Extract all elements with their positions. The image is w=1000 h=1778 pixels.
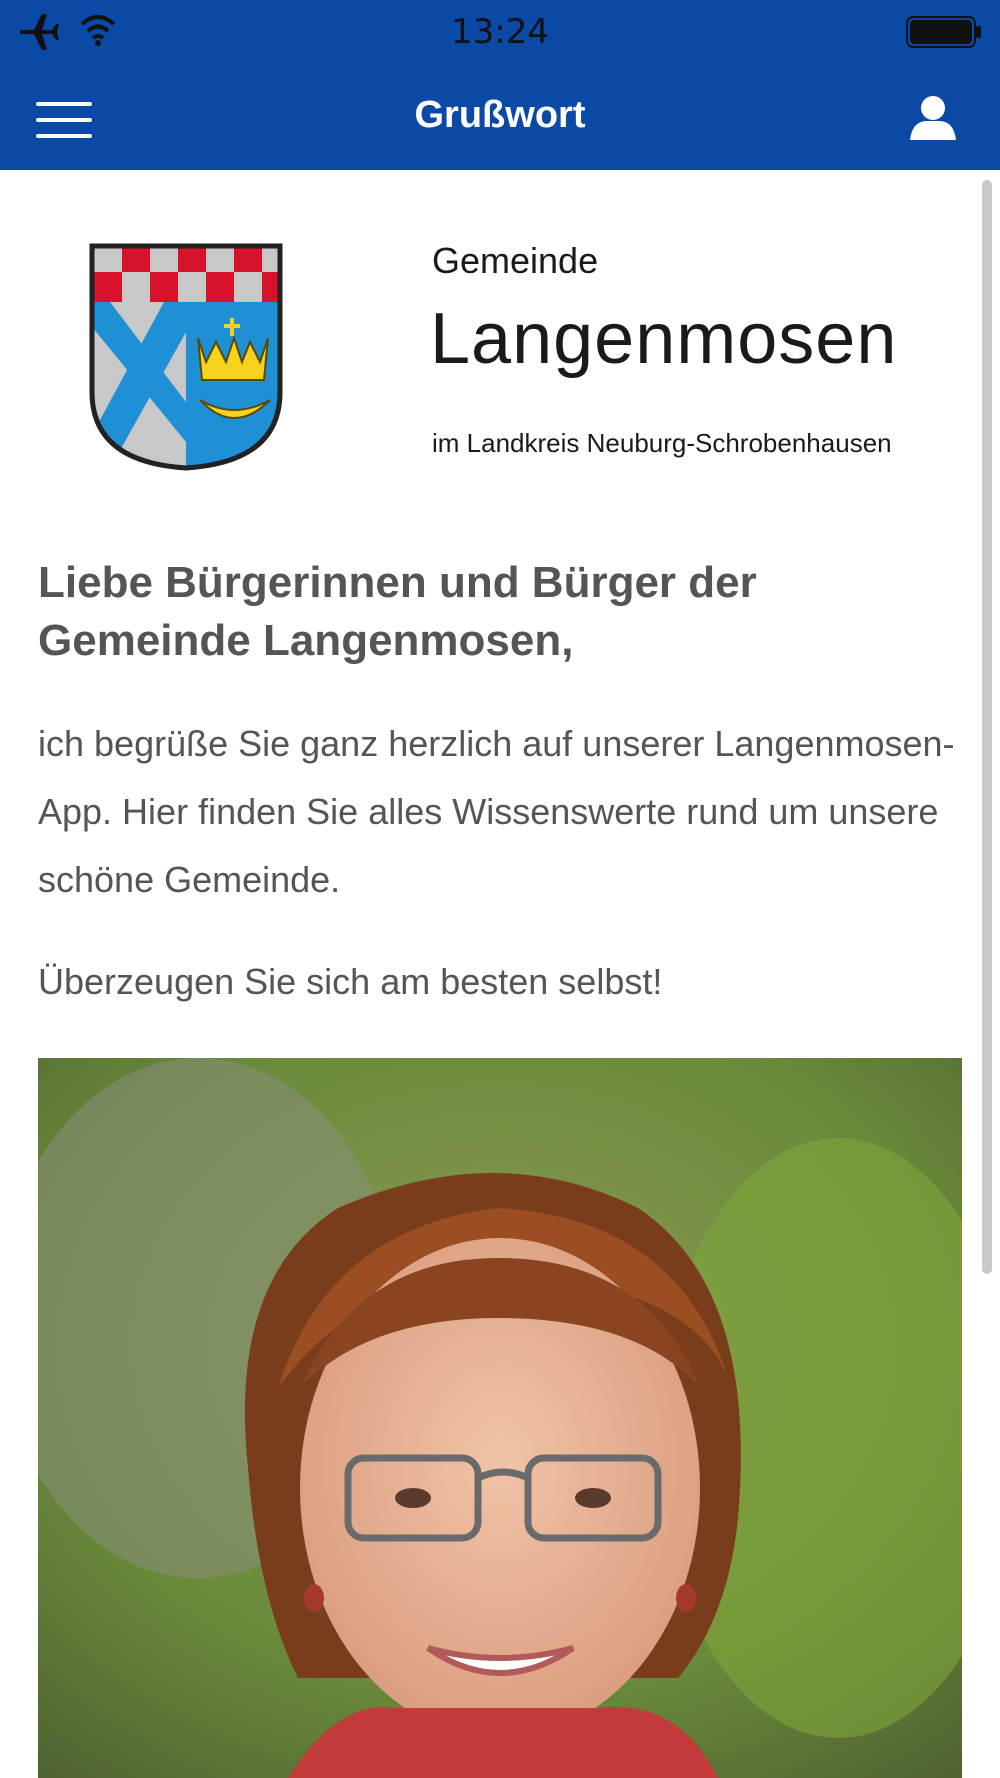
user-profile-icon[interactable] <box>908 94 958 142</box>
status-bar: 13:24 <box>0 0 1000 64</box>
main-content: Gemeinde Langenmosen im Landkreis Neubur… <box>0 170 1000 1778</box>
logo-line-district: im Landkreis Neuburg-Schrobenhausen <box>432 428 892 458</box>
logo-line-name: Langenmosen <box>430 299 898 379</box>
status-time: 13:24 <box>451 12 549 52</box>
greeting-headline: Liebe Bürgerinnen und Bürger der Gemeind… <box>38 558 757 665</box>
mayor-portrait-photo <box>38 1058 962 1778</box>
greeting-paragraph: ich begrüße Sie ganz herzlich auf unsere… <box>38 723 955 900</box>
logo-line-gemeinde: Gemeinde <box>432 240 599 281</box>
scrollbar[interactable] <box>982 180 992 1274</box>
nav-bar: Grußwort <box>0 64 1000 170</box>
closing-paragraph: Überzeugen Sie sich am besten selbst! <box>38 961 663 1002</box>
coat-of-arms-logo <box>89 243 283 471</box>
page-title: Grußwort <box>414 94 586 136</box>
battery-icon <box>906 16 981 48</box>
